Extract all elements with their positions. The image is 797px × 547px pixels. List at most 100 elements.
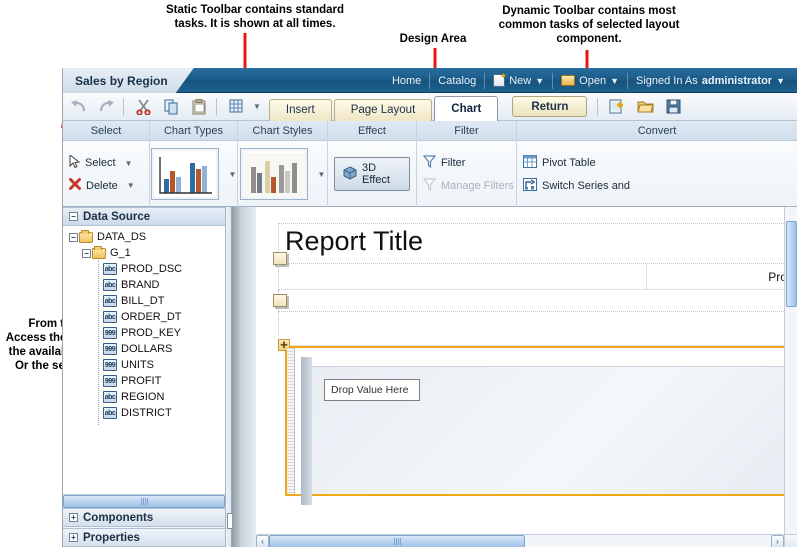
text-field-icon: abc [103,295,117,307]
scroll-left-button[interactable]: ‹ [256,534,269,547]
header-link-catalog[interactable]: Catalog [430,68,484,93]
chevron-left-icon: ‹ [261,536,264,546]
chevron-down-icon[interactable]: ▼ [318,170,326,179]
copy-icon[interactable] [158,95,184,119]
open-document-icon[interactable] [632,95,658,119]
horizontal-scroll-thumb[interactable] [269,534,526,547]
paste-icon[interactable] [186,95,212,119]
accordion-bottom-sections: + Components + Properties [63,507,225,547]
save-document-icon[interactable] [660,95,686,119]
header-new-menu[interactable]: ✦ New ▼ [485,68,552,93]
tree-node-profit[interactable]: 999 PROFIT [63,373,225,389]
switch-series-button[interactable]: Switch Series and [523,177,630,194]
annotation-design-area: Design Area [399,33,467,45]
scroll-right-button[interactable]: › [771,534,784,547]
tree-node-label: ORDER_DT [121,311,182,323]
tab-page-layout[interactable]: Page Layout [333,98,433,121]
expand-toggle-icon[interactable]: + [69,513,78,522]
ribbon-group-convert-label: Convert [517,121,797,141]
confidential-text: Proprietary and Co [768,269,784,284]
chart-title-row[interactable]: Chart Tit [278,312,784,346]
accordion-section-properties[interactable]: + Properties [63,528,225,547]
chart-styles-gallery[interactable] [239,148,308,200]
ribbon-group-chart-types-label: Chart Types [150,121,237,141]
tree-node-bill-dt[interactable]: abc BILL_DT [63,293,225,309]
tree-node-label: DISTRICT [121,407,172,419]
select-button[interactable]: Select ▼ [69,153,135,171]
tree-node-data-ds[interactable]: − DATA_DS [63,229,225,245]
page-spacer-row[interactable] [273,290,784,312]
funnel-icon [422,177,437,194]
new-document-icon[interactable] [604,95,630,119]
design-vertical-scrollbar[interactable] [784,207,797,534]
collapse-toggle-icon[interactable]: − [69,212,78,221]
header-open-menu[interactable]: Open ▼ [553,68,627,93]
tree-node-label: UNITS [121,359,154,371]
view-grid-icon[interactable] [223,95,249,119]
tree-node-units[interactable]: 999 UNITS [63,357,225,373]
accordion-section-components[interactable]: + Components [63,508,225,527]
toolbar-divider [123,97,124,116]
return-button[interactable]: Return [512,96,588,117]
tree-node-order-dt[interactable]: abc ORDER_DT [63,309,225,325]
tab-page-layout-label: Page Layout [350,104,416,116]
design-canvas[interactable]: Report Title Proprietary and Co [256,207,784,534]
filter-button[interactable]: Filter [422,154,514,171]
tree-node-prod-key[interactable]: 999 PROD_KEY [63,325,225,341]
page-header-cell-left[interactable] [279,264,647,289]
tree-expander-icon[interactable]: − [81,248,92,258]
header-user-menu[interactable]: Signed In As administrator ▼ [628,68,793,93]
tree-horizontal-scrollbar[interactable] [63,494,225,508]
pivot-table-button[interactable]: Pivot Table [523,154,630,171]
drop-value-placeholder[interactable]: Drop Value Here [324,379,420,401]
cut-icon[interactable] [130,95,156,119]
drop-value-label: Drop Value Here [331,384,409,396]
design-area[interactable]: Report Title Proprietary and Co [232,207,797,547]
signed-in-label: Signed In As [636,74,698,87]
chevron-down-icon[interactable]: ▼ [127,181,135,190]
tree-node-district[interactable]: abc DISTRICT [63,405,225,421]
chart-selection-frame[interactable]: ✚ Drop Value Here [278,339,784,505]
chevron-down-icon[interactable]: ▼ [253,102,261,111]
accordion-section-data-source[interactable]: − Data Source [63,207,225,226]
tree-node-g1[interactable]: − G_1 [63,245,225,261]
page-header-row[interactable]: Proprietary and Co [278,264,784,290]
components-label: Components [83,511,154,524]
chevron-down-icon[interactable]: ▼ [125,159,133,168]
report-page[interactable]: Report Title Proprietary and Co [273,223,784,505]
document-title-tab[interactable]: Sales by Region [63,68,194,93]
tree-node-region[interactable]: abc REGION [63,389,225,405]
tree-scroll-track[interactable] [63,494,225,508]
redo-icon[interactable] [93,95,119,119]
vertical-scroll-thumb[interactable] [785,221,797,307]
header-link-home[interactable]: Home [384,68,429,93]
chart-types-gallery[interactable] [150,148,219,200]
annotation-dynamic-toolbar: Dynamic Toolbar contains most common tas… [498,5,680,45]
ribbon-tab-list: Insert Page Layout Chart [268,93,500,121]
report-title-row[interactable]: Report Title [273,223,784,265]
tree-node-prod-dsc[interactable]: abc PROD_DSC [63,261,225,277]
delete-button[interactable]: Delete ▼ [69,178,135,193]
manage-filters-button[interactable]: Manage Filters [422,177,514,194]
horizontal-scroll-track[interactable] [269,534,771,547]
3d-effect-button[interactable]: 3D Effect [334,157,410,191]
report-title[interactable]: Report Title [279,224,784,263]
tree-node-dollars[interactable]: 999 DOLLARS [63,341,225,357]
ribbon-group-convert: Convert Pivot Table Switch Series and [516,121,797,207]
data-source-tree[interactable]: − DATA_DS − G_1 abc PROD_DSC abc BRAND a… [63,226,225,494]
row-handle-icon[interactable] [273,294,287,307]
chevron-down-icon[interactable]: ▼ [229,170,237,179]
tree-scroll-thumb[interactable] [63,494,225,508]
tree-node-brand[interactable]: abc BRAND [63,277,225,293]
tab-chart[interactable]: Chart [434,95,499,121]
tab-insert[interactable]: Insert [268,98,332,121]
main-body: − Data Source − DATA_DS − G_1 abc PROD_D… [63,207,797,547]
design-horizontal-scrollbar[interactable]: ‹ › [256,534,784,547]
page-header-cell-right[interactable]: Proprietary and Co [647,264,784,289]
new-page-icon: ✦ [493,72,507,87]
table-icon [523,154,537,171]
expand-toggle-icon[interactable]: + [69,533,78,542]
tree-expander-icon[interactable]: − [68,232,79,242]
chart-plot-area[interactable]: Drop Value Here [301,357,784,505]
undo-icon[interactable] [65,95,91,119]
